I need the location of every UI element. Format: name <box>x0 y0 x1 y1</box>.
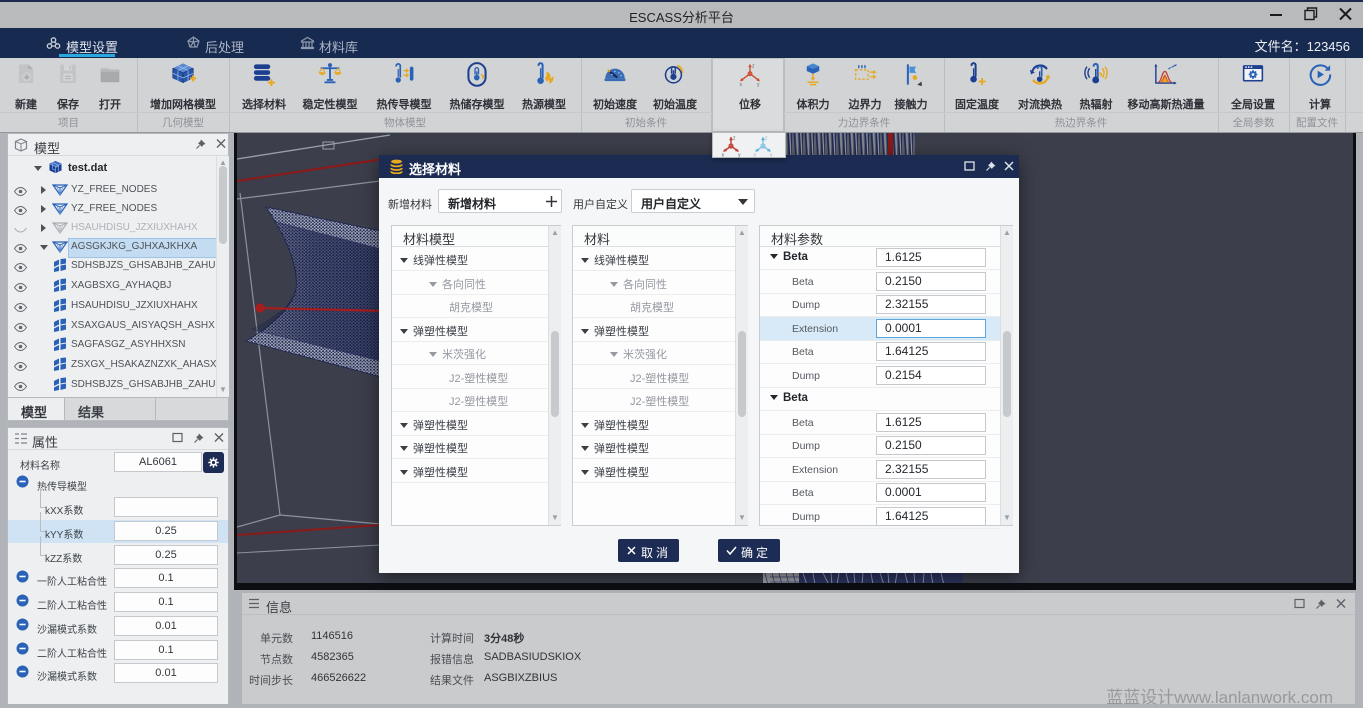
svg-text:x: x <box>722 153 725 159</box>
svg-text:z: z <box>733 136 736 142</box>
svg-text:x: x <box>754 153 757 159</box>
svg-text:z: z <box>752 63 755 69</box>
svg-text:y: y <box>770 153 773 159</box>
svg-text:x: x <box>739 82 742 87</box>
svg-text:z: z <box>765 136 768 142</box>
svg-text:y: y <box>757 82 760 87</box>
svg-text:y: y <box>738 153 741 159</box>
